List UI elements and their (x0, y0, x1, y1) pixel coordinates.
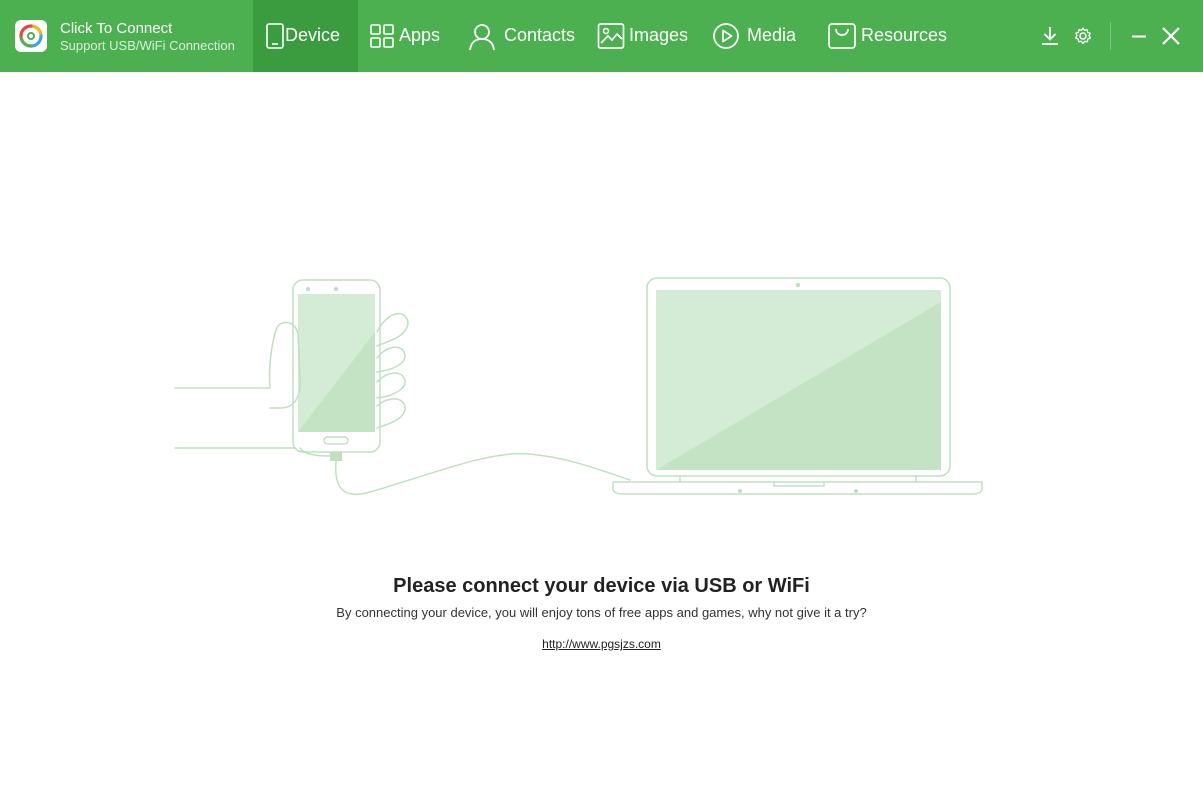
tab-contacts-label: Contacts (504, 25, 576, 45)
close-icon (1157, 22, 1185, 50)
contact-person-icon (467, 22, 495, 51)
tab-images-label: Images (629, 25, 689, 45)
connect-headline: Please connect your device via USB or Wi… (393, 575, 810, 597)
tab-contacts[interactable]: Contacts (453, 0, 587, 72)
tab-resources[interactable]: Resources (811, 0, 961, 72)
tab-images[interactable]: Images (587, 0, 699, 72)
settings-button[interactable] (1069, 22, 1097, 50)
tab-device[interactable]: Device (253, 0, 358, 72)
website-link[interactable]: http://www.pgsjzs.com (542, 637, 661, 651)
top-bar: Click To Connect Support USB/WiFi Connec… (0, 0, 1203, 72)
connect-message: By connecting your device, you will enjo… (336, 605, 867, 620)
connection-illustration (170, 272, 990, 512)
app-logo-icon (15, 20, 47, 52)
shopping-bag-icon (827, 22, 856, 50)
gear-icon (1069, 22, 1097, 50)
play-circle-icon (712, 22, 740, 50)
apps-grid-icon (368, 22, 396, 50)
tab-device-label: Device (285, 25, 341, 45)
tab-media-label: Media (747, 25, 797, 45)
minimize-icon (1125, 22, 1153, 50)
tab-resources-label: Resources (861, 25, 948, 45)
tab-media[interactable]: Media (699, 0, 811, 72)
connect-brand-button[interactable]: Click To Connect Support USB/WiFi Connec… (0, 0, 253, 72)
image-icon (597, 22, 625, 50)
controls-divider (1110, 22, 1111, 50)
download-icon (1036, 22, 1064, 50)
phone-laptop-illustration (174, 277, 983, 496)
device-connection-panel: Please connect your device via USB or Wi… (0, 72, 1203, 800)
minimize-button[interactable] (1125, 22, 1153, 50)
download-button[interactable] (1036, 22, 1064, 50)
close-button[interactable] (1157, 22, 1185, 50)
brand-subtitle: Support USB/WiFi Connection (60, 38, 235, 53)
tab-apps[interactable]: Apps (358, 0, 453, 72)
tab-apps-label: Apps (399, 25, 441, 45)
brand-title: Click To Connect (60, 20, 173, 37)
